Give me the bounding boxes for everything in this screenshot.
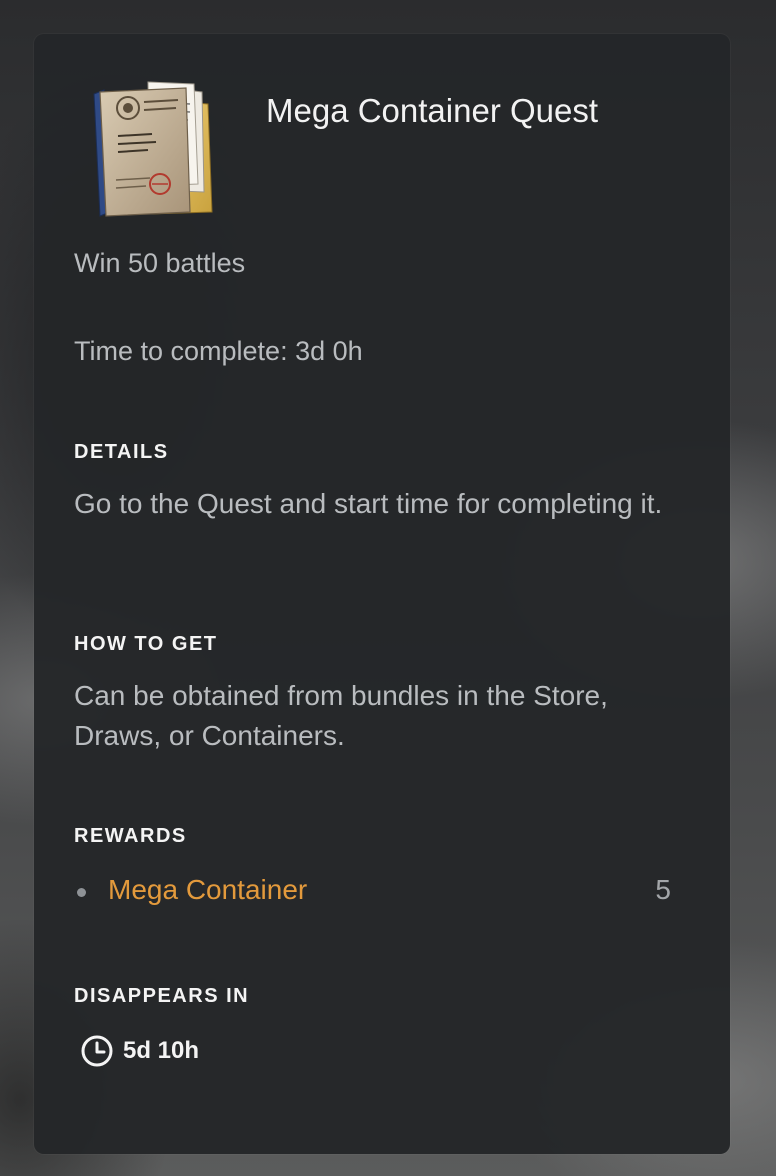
bullet-icon (77, 888, 86, 897)
how-to-get-text: Can be obtained from bundles in the Stor… (74, 680, 608, 751)
expiry-value: 5d 10h (123, 1037, 200, 1064)
how-to-get-heading: HOW TO GET (74, 633, 218, 655)
expiry-timer: 5d 10h (80, 1034, 199, 1068)
details-text: Go to the Quest and start time for compl… (74, 488, 663, 519)
disappears-in-heading: DISAPPEARS IN (74, 985, 250, 1007)
details-heading: DETAILS (74, 441, 169, 463)
reward-quantity: 5 (655, 874, 671, 905)
rewards-heading: REWARDS (74, 825, 187, 847)
clock-icon (81, 1035, 113, 1067)
reward-name[interactable]: Mega Container (108, 874, 307, 906)
quest-objective: Win 50 battles (74, 248, 246, 278)
reward-list-item: Mega Container 5 (74, 874, 674, 910)
item-header (90, 72, 230, 222)
quest-documents-icon (90, 72, 230, 222)
time-to-complete: Time to complete: 3d 0h (74, 336, 363, 366)
item-title: Mega Container Quest (266, 92, 599, 129)
item-tooltip-panel: Mega Container Quest Win 50 battles Time… (34, 34, 730, 1154)
